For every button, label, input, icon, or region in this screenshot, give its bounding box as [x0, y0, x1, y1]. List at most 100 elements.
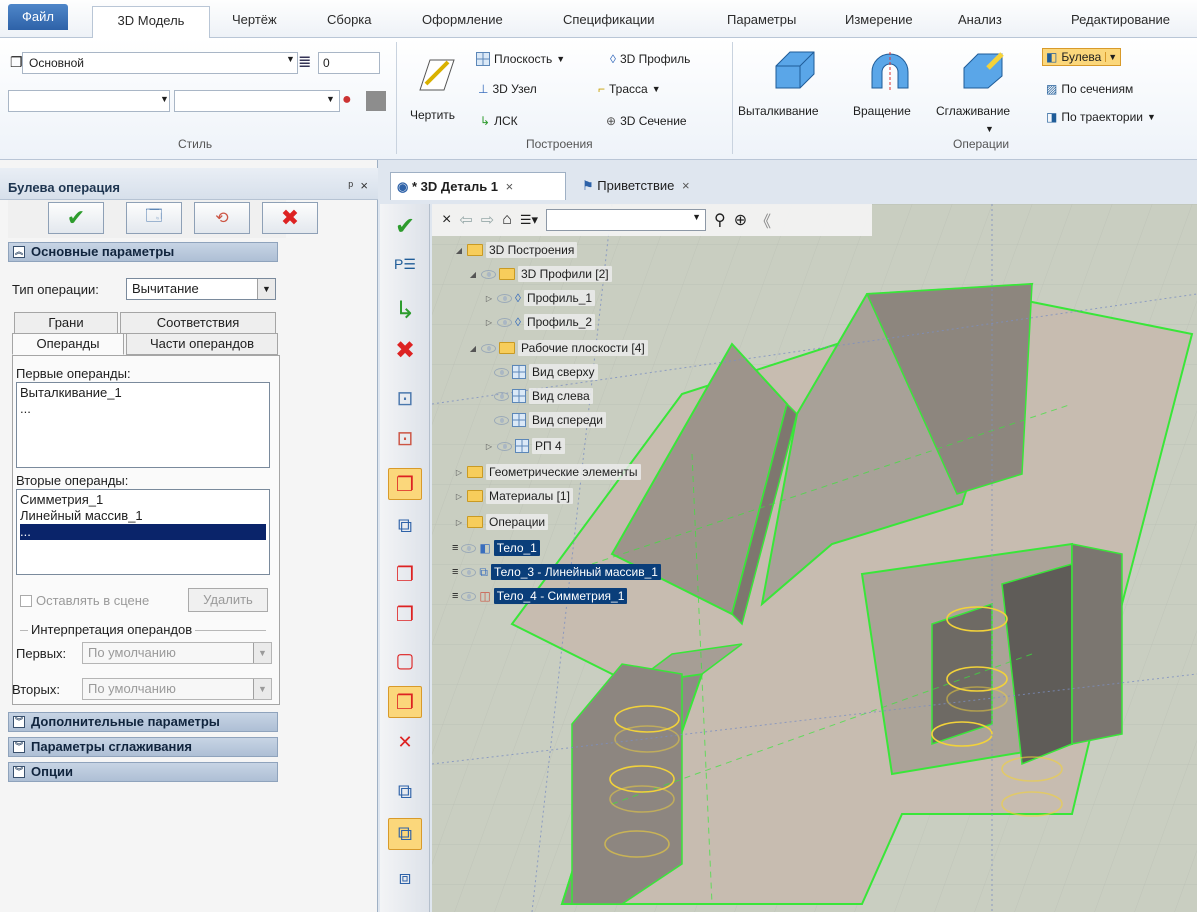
- tab-params[interactable]: Параметры: [727, 12, 796, 27]
- first-operands-list[interactable]: Выталкивание_1 ...: [16, 382, 270, 468]
- pin-close-icon[interactable]: ᵖ ×: [348, 178, 368, 193]
- cancel-button[interactable]: ✖: [262, 202, 318, 234]
- tab-welcome[interactable]: ⚑ Приветствие ×: [576, 172, 698, 200]
- op-type-select[interactable]: Вычитание ▼: [126, 278, 276, 300]
- preview-icon[interactable]: 🗔: [126, 202, 182, 234]
- tab-specs[interactable]: Спецификации: [563, 12, 655, 27]
- cancel-icon[interactable]: ✖: [388, 334, 422, 366]
- reset-icon[interactable]: ⟲: [194, 202, 250, 234]
- tree-item[interactable]: ▷ ◊ Профиль_1: [484, 290, 596, 306]
- tree-item[interactable]: ▷ ◊ Профиль_2: [484, 314, 596, 330]
- intersect-icon[interactable]: ⧈: [388, 862, 422, 894]
- tree-item[interactable]: ≡ ◫ Тело_4 - Симметрия_1: [452, 588, 628, 604]
- delete-body-icon[interactable]: ✕: [388, 726, 422, 758]
- first-interp-select[interactable]: По умолчанию ▼: [82, 642, 272, 664]
- tab-design[interactable]: Оформление: [422, 12, 503, 27]
- params-icon[interactable]: P☰: [388, 248, 422, 280]
- node3d-button[interactable]: ⊥ 3D Узел: [478, 82, 537, 96]
- profile3d-button[interactable]: ◊ 3D Профиль: [610, 52, 690, 66]
- close-icon[interactable]: ×: [682, 178, 690, 193]
- tree-item[interactable]: ▷ Операции: [454, 514, 549, 530]
- style-select-1[interactable]: [8, 90, 170, 112]
- path-button[interactable]: ⌐ Трасса ▼: [598, 82, 661, 96]
- tree-search-input[interactable]: ▼: [546, 209, 707, 231]
- draw-button[interactable]: Чертить: [410, 108, 455, 122]
- ok-button[interactable]: ✔: [48, 202, 104, 234]
- mirror-icon[interactable]: ⧉: [388, 510, 422, 542]
- keep-in-scene-checkbox[interactable]: Оставлять в сцене: [20, 593, 149, 608]
- tree-item[interactable]: ◢ 3D Профили [2]: [468, 266, 612, 282]
- smooth-button[interactable]: Сглаживание: [936, 104, 1010, 118]
- 3d-viewport[interactable]: × ⇦ ⇨ ⌂ ☰▾ ▼ ⚲ ⊕ 《 ◢ 3D Построения ◢ 3D Пр…: [432, 204, 1197, 912]
- select-body-icon[interactable]: ❐: [388, 468, 422, 500]
- tree-item[interactable]: ≡ ⧉ Тело_3 - Линейный массив_1: [452, 564, 661, 580]
- next-step-icon[interactable]: ↳: [388, 294, 422, 326]
- color-palette-icon[interactable]: ●: [342, 91, 352, 109]
- body-selected-icon[interactable]: ❐: [388, 686, 422, 718]
- tab-drawing[interactable]: Чертёж: [232, 12, 277, 27]
- second-operands-list[interactable]: Симметрия_1 Линейный массив_1 ...: [16, 489, 270, 575]
- delete-button[interactable]: Удалить: [188, 588, 268, 612]
- tab-assembly[interactable]: Сборка: [327, 12, 372, 27]
- collapse-icon[interactable]: 《: [755, 208, 771, 232]
- list-view-icon[interactable]: ☰▾: [520, 212, 538, 228]
- plane-icon: [515, 439, 529, 453]
- tab-faces[interactable]: Грани: [14, 312, 118, 334]
- boolean-button[interactable]: ◧ Булева ▼: [1042, 48, 1122, 66]
- tab-file[interactable]: Файл: [8, 4, 68, 30]
- zoom-reset-icon[interactable]: ⊡: [388, 422, 422, 454]
- section3d-button[interactable]: ⊕ 3D Сечение: [606, 114, 687, 128]
- rotate-button[interactable]: Вращение: [853, 104, 911, 118]
- tree-item[interactable]: ◢ 3D Построения: [454, 242, 578, 258]
- tree-item[interactable]: ▷ РП 4: [484, 438, 565, 454]
- close-icon[interactable]: ×: [442, 211, 451, 229]
- tree-item[interactable]: ▷ Материалы [1]: [454, 488, 573, 504]
- tree-item[interactable]: ▷ Геометрические элементы: [454, 464, 641, 480]
- extrude-button[interactable]: Выталкивание: [738, 104, 819, 118]
- sections-button[interactable]: ▨ По сечениям: [1046, 82, 1133, 96]
- body-move-icon[interactable]: ❐: [388, 598, 422, 630]
- section-options[interactable]: ︾ Опции: [8, 762, 278, 782]
- union-icon[interactable]: ⧉: [388, 776, 422, 808]
- tab-analysis[interactable]: Анализ: [958, 12, 1002, 27]
- tab-3d-part[interactable]: ◉ * 3D Деталь 1 ×: [390, 172, 566, 200]
- tree-item[interactable]: Вид слева: [494, 388, 593, 404]
- body-outline-icon[interactable]: ▢: [388, 644, 422, 676]
- close-icon[interactable]: ×: [506, 179, 514, 194]
- tree-item[interactable]: Вид спереди: [494, 412, 607, 428]
- second-interp-select[interactable]: По умолчанию ▼: [82, 678, 272, 700]
- tab-3d-model[interactable]: 3D Модель: [92, 6, 210, 39]
- zoom-window-icon[interactable]: ⊡: [388, 382, 422, 414]
- apply-icon[interactable]: ✔: [388, 210, 422, 242]
- list-item[interactable]: Выталкивание_1: [20, 385, 266, 401]
- lsk-button[interactable]: ↳ ЛСК: [480, 114, 518, 128]
- body-icon[interactable]: ❐: [388, 558, 422, 590]
- list-item-selected[interactable]: ...: [20, 524, 266, 540]
- color-swatch[interactable]: [366, 91, 386, 111]
- section-extra-params[interactable]: ︾ Дополнительные параметры: [8, 712, 278, 732]
- subtract-icon[interactable]: ⧉: [388, 818, 422, 850]
- tree-item[interactable]: Вид сверху: [494, 364, 598, 380]
- trajectory-button[interactable]: ◨ По траектории ▼: [1046, 110, 1156, 124]
- tab-operands[interactable]: Операнды: [12, 333, 124, 355]
- tab-edit[interactable]: Редактирование: [1071, 12, 1170, 27]
- forward-icon[interactable]: ⇨: [481, 210, 494, 230]
- home-icon[interactable]: ⌂: [502, 211, 512, 229]
- tree-item[interactable]: ◢ Рабочие плоскости [4]: [468, 340, 648, 356]
- style-select-2[interactable]: [174, 90, 340, 112]
- back-icon[interactable]: ⇦: [459, 210, 472, 230]
- tab-correspondences[interactable]: Соответствия: [120, 312, 276, 334]
- list-item[interactable]: Симметрия_1: [20, 492, 266, 508]
- target-icon[interactable]: ⊕: [734, 210, 747, 230]
- list-item[interactable]: ...: [20, 401, 266, 417]
- tree-item[interactable]: ≡ ◧ Тело_1: [452, 540, 540, 556]
- section-smooth-params[interactable]: ︾ Параметры сглаживания: [8, 737, 278, 757]
- layer-select[interactable]: Основной: [22, 52, 298, 74]
- tab-operand-parts[interactable]: Части операндов: [126, 333, 278, 355]
- layer-spin[interactable]: 0: [318, 52, 380, 74]
- section-main-params[interactable]: ︽ Основные параметры: [8, 242, 278, 262]
- plane-button[interactable]: Плоскость ▼: [476, 52, 565, 66]
- search-icon[interactable]: ⚲: [714, 210, 726, 230]
- tab-measure[interactable]: Измерение: [845, 12, 913, 27]
- list-item[interactable]: Линейный массив_1: [20, 508, 266, 524]
